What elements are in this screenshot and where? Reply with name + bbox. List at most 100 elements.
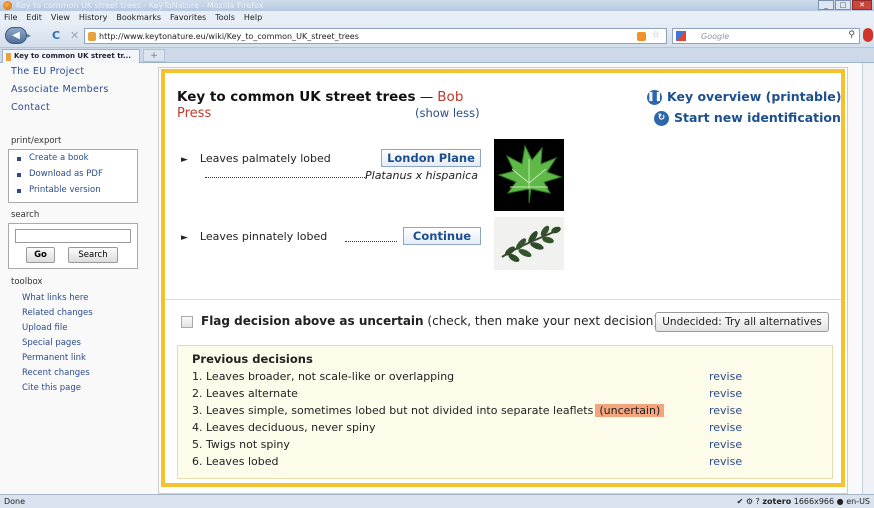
search-box: Go Search (8, 223, 138, 269)
menu-file[interactable]: File (4, 11, 17, 24)
title-bar: Key to common UK street trees - KeyToNat… (0, 0, 874, 11)
menu-bookmarks[interactable]: Bookmarks (116, 11, 161, 24)
search-heading: search (11, 210, 40, 220)
london-plane-button[interactable]: London Plane (381, 149, 481, 167)
toolbox-recent-changes[interactable]: Recent changes (22, 368, 90, 378)
printable-version-link[interactable]: Printable version (17, 185, 101, 195)
printable-version-label: Printable version (29, 185, 101, 195)
lead-2-text: Leaves pinnately lobed (199, 230, 328, 243)
toolbox-what-links-here[interactable]: What links here (22, 293, 88, 303)
revise-link[interactable]: revise (709, 455, 742, 468)
menu-edit[interactable]: Edit (26, 11, 42, 24)
bullet-icon (17, 157, 21, 161)
key-title-text: Key to common UK street trees (177, 89, 416, 105)
previous-decisions-panel: Previous decisions 1. Leaves broader, no… (177, 345, 833, 479)
reload-icon: C (52, 29, 61, 42)
start-new-identification-link[interactable]: ↻ Start new identification (654, 110, 841, 126)
key-title: Key to common UK street trees — Bob (177, 89, 463, 105)
back-button[interactable]: ◀ (5, 27, 27, 44)
forward-button[interactable]: ▸ (27, 30, 39, 42)
sidebar: The EU Project Associate Members Contact… (0, 63, 158, 494)
decision-row: 4. Leaves deciduous, never spiny (192, 421, 376, 434)
flag-uncertain-label: Flag decision above as uncertain (check,… (201, 314, 658, 328)
minimize-button[interactable]: _ (818, 0, 834, 10)
sidebar-search-input[interactable] (15, 229, 131, 243)
search-bar[interactable]: Google ⚲ (672, 28, 860, 44)
revise-link[interactable]: revise (709, 404, 742, 417)
new-tab-button[interactable]: + (143, 49, 165, 62)
flag-uncertain-bold: Flag decision above as uncertain (201, 314, 424, 328)
forward-arrow-icon: ▸ (27, 31, 32, 40)
magnifier-icon[interactable]: ⚲ (848, 30, 855, 40)
bookmark-star-icon[interactable]: ☆ (652, 30, 660, 40)
flag-uncertain-checkbox[interactable] (181, 316, 193, 328)
try-all-alternatives-button[interactable]: Undecided: Try all alternatives (655, 312, 829, 332)
key-author-press[interactable]: Press (177, 106, 211, 121)
menu-tools[interactable]: Tools (215, 11, 235, 24)
plane-leaf-image-icon (494, 139, 564, 211)
reload-button[interactable]: C (52, 30, 60, 42)
key-author[interactable]: Bob (437, 89, 463, 105)
decision-row: 2. Leaves alternate (192, 387, 298, 400)
menu-favorites[interactable]: Favorites (170, 11, 206, 24)
menu-help[interactable]: Help (244, 11, 262, 24)
revise-link[interactable]: revise (709, 370, 742, 383)
stop-button[interactable]: ✕ (70, 30, 79, 42)
print-export-box: Create a book Download as PDF Printable … (8, 149, 138, 203)
sidebar-link-associate-members[interactable]: Associate Members (11, 84, 109, 95)
toolbox-heading: toolbox (11, 277, 43, 287)
menu-history[interactable]: History (79, 11, 107, 24)
pinnate-leaf-image-icon (494, 217, 564, 270)
show-less-link[interactable]: (show less) (415, 106, 480, 120)
zotero-label[interactable]: zotero (762, 497, 791, 506)
dotted-leader (345, 241, 397, 242)
status-check-icon[interactable]: ✔ (737, 497, 744, 506)
revise-link[interactable]: revise (709, 438, 742, 451)
browser-window: Key to common UK street trees - KeyToNat… (0, 0, 874, 508)
stop-icon: ✕ (70, 29, 80, 42)
decision-3-text: 3. Leaves simple, sometimes lobed but no… (192, 404, 594, 417)
toolbox-cite-this-page[interactable]: Cite this page (22, 383, 81, 393)
identification-key-panel: Key to common UK street trees — Bob Press… (161, 69, 845, 487)
maximize-button[interactable]: □ (835, 0, 851, 10)
key-overview-link[interactable]: ❚❚ Key overview (printable) (647, 89, 841, 105)
continue-button[interactable]: Continue (403, 227, 481, 245)
create-book-link[interactable]: Create a book (17, 153, 89, 163)
adblock-icon[interactable] (863, 28, 873, 42)
locale-label[interactable]: en-US (846, 497, 870, 506)
toolbox-permanent-link[interactable]: Permanent link (22, 353, 86, 363)
close-button[interactable]: ✕ (852, 0, 872, 10)
create-book-label: Create a book (29, 153, 89, 163)
go-button[interactable]: Go (26, 247, 55, 263)
sidebar-link-eu-project[interactable]: The EU Project (11, 66, 84, 77)
revise-link[interactable]: revise (709, 387, 742, 400)
url-bar[interactable]: http://www.keytonature.eu/wiki/Key_to_co… (84, 28, 667, 44)
tab-key-to-common-uk-street-trees[interactable]: Key to common UK street tr... (2, 49, 140, 63)
download-pdf-link[interactable]: Download as PDF (17, 169, 103, 179)
rss-feed-icon[interactable] (637, 32, 646, 41)
site-favicon-icon (88, 32, 96, 41)
url-text: http://www.keytonature.eu/wiki/Key_to_co… (99, 32, 359, 41)
search-button[interactable]: Search (68, 247, 118, 263)
menu-bar: File Edit View History Bookmarks Favorit… (0, 11, 874, 24)
download-pdf-label: Download as PDF (29, 169, 103, 179)
toolbox-related-changes[interactable]: Related changes (22, 308, 93, 318)
vertical-scrollbar[interactable] (862, 63, 874, 494)
toolbox-special-pages[interactable]: Special pages (22, 338, 81, 348)
google-engine-icon[interactable] (676, 31, 686, 41)
decision-row: 1. Leaves broader, not scale-like or ove… (192, 370, 455, 383)
back-arrow-icon: ◀ (12, 30, 20, 41)
title-dash: — (415, 89, 434, 105)
status-bar: Done ✔ ⚙ ? zotero 1666x966 ● en-US (0, 494, 874, 508)
globe-icon[interactable]: ● (837, 497, 844, 506)
bullet-icon (17, 173, 21, 177)
tab-strip: Key to common UK street tr... + (0, 48, 874, 63)
menu-view[interactable]: View (51, 11, 70, 24)
revise-link[interactable]: revise (709, 421, 742, 434)
status-addon-icon[interactable]: ⚙ (746, 497, 753, 506)
flag-uncertain-hint: (check, then make your next decision) (427, 314, 659, 328)
key-overview-icon: ❚❚ (647, 90, 662, 105)
sidebar-link-contact[interactable]: Contact (11, 102, 50, 113)
status-text: Done (4, 497, 26, 506)
toolbox-upload-file[interactable]: Upload file (22, 323, 67, 333)
